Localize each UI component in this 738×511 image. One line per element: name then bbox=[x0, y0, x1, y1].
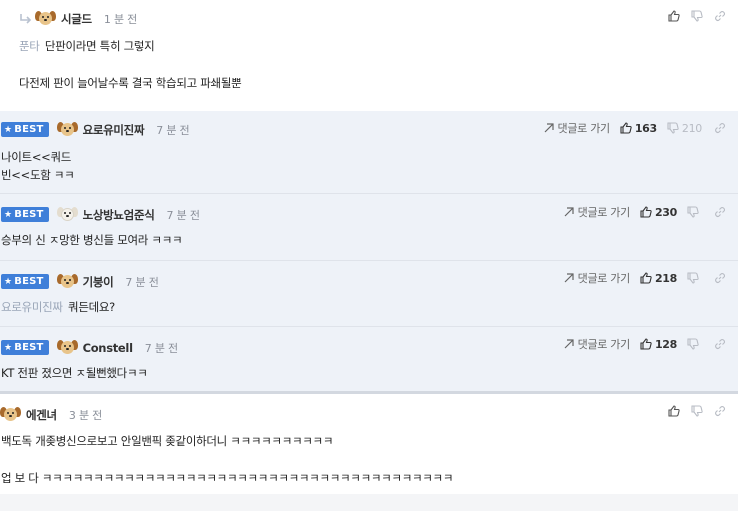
comment-author[interactable]: 에겐녀 bbox=[26, 407, 57, 423]
best-badge: ★ BEST bbox=[1, 207, 49, 222]
thumbs-down-icon[interactable] bbox=[691, 405, 703, 417]
comment-author[interactable]: 노상방뇨엄준식 bbox=[83, 207, 155, 223]
reply-arrow-icon bbox=[20, 13, 32, 24]
go-to-comment-link[interactable]: 댓글로 가기 bbox=[564, 270, 630, 286]
comment-author[interactable]: 기붕이 bbox=[83, 274, 114, 290]
best-comment-item: ★ BEST Constell 7 분 전 댓글로 가기 128 KT 전판 졌으… bbox=[0, 327, 738, 391]
best-badge: ★ BEST bbox=[1, 340, 49, 355]
avatar[interactable] bbox=[35, 9, 56, 28]
link-icon[interactable] bbox=[714, 10, 726, 22]
send-arrow-icon bbox=[564, 207, 574, 217]
thumbs-up-icon[interactable] bbox=[668, 10, 680, 22]
send-arrow-icon bbox=[544, 123, 554, 133]
best-comment-item: ★ BEST 기붕이 7 분 전 댓글로 가기 218 요로유미진짜 쿼든데요? bbox=[0, 261, 738, 326]
thumbs-up-icon bbox=[640, 272, 652, 284]
best-badge: ★ BEST bbox=[1, 274, 49, 289]
downvote-button[interactable] bbox=[687, 272, 702, 284]
comment-time: 7 분 전 bbox=[166, 208, 200, 222]
mention-link[interactable]: 푼타 bbox=[19, 39, 40, 53]
thumbs-up-icon[interactable] bbox=[668, 405, 680, 417]
thumbs-up-icon bbox=[640, 338, 652, 350]
star-icon: ★ bbox=[4, 209, 13, 220]
avatar[interactable] bbox=[56, 120, 78, 139]
downvote-button[interactable] bbox=[687, 206, 702, 218]
thumbs-down-icon[interactable] bbox=[691, 10, 703, 22]
upvote-button[interactable]: 230 bbox=[640, 206, 677, 219]
link-icon[interactable] bbox=[714, 122, 726, 134]
comment-body-line: 백도독 개좆병신으로보고 안일밴픽 좆같이하더니 ㅋㅋㅋㅋㅋㅋㅋㅋㅋㅋ bbox=[1, 434, 334, 448]
thumbs-down-icon bbox=[687, 206, 699, 218]
mention-link[interactable]: 요로유미진짜 bbox=[1, 300, 63, 314]
upvote-button[interactable]: 218 bbox=[640, 272, 677, 285]
downvote-count: 210 bbox=[681, 121, 702, 135]
go-to-comment-link[interactable]: 댓글로 가기 bbox=[564, 204, 630, 220]
comment-time: 7 분 전 bbox=[144, 341, 178, 355]
comment-time: 1 분 전 bbox=[103, 12, 138, 26]
go-to-comment-link[interactable]: 댓글로 가기 bbox=[564, 336, 630, 352]
link-icon[interactable] bbox=[714, 272, 726, 284]
comment-body-line: 업 보 다 ㅋㅋㅋㅋㅋㅋㅋㅋㅋㅋㅋㅋㅋㅋㅋㅋㅋㅋㅋㅋㅋㅋㅋㅋㅋㅋㅋㅋㅋㅋㅋㅋㅋㅋ… bbox=[1, 471, 454, 485]
upvote-count: 218 bbox=[654, 271, 677, 285]
comment-time: 7 분 전 bbox=[156, 123, 190, 137]
avatar[interactable] bbox=[56, 272, 78, 291]
next-comment-area bbox=[0, 494, 738, 511]
send-arrow-icon bbox=[564, 339, 574, 349]
comment-body-line: KT 전판 졌으면 ㅈ될뻔했다ㅋㅋ bbox=[1, 366, 148, 380]
comment-author[interactable]: 요로유미진짜 bbox=[83, 122, 145, 138]
upvote-button[interactable]: 128 bbox=[640, 338, 677, 351]
comment-body-line: 나이트<<쿼드 bbox=[1, 150, 72, 164]
thumbs-up-icon bbox=[620, 122, 632, 134]
comment-time: 7 분 전 bbox=[125, 275, 159, 289]
downvote-button[interactable] bbox=[687, 338, 702, 350]
avatar[interactable] bbox=[0, 405, 21, 424]
upvote-count: 163 bbox=[634, 121, 657, 135]
upvote-count: 128 bbox=[654, 337, 677, 351]
star-icon: ★ bbox=[4, 342, 13, 353]
upvote-button[interactable]: 163 bbox=[620, 122, 657, 135]
comment-body: 푼타 단판이라면 특히 그렇지 bbox=[19, 39, 155, 53]
best-comment-item: ★ BEST 노상방뇨엄준식 7 분 전 댓글로 가기 230 승부의 신 ㅈ망한… bbox=[0, 194, 738, 260]
comment-body-line: 승부의 신 ㅈ망한 병신들 모여라 ㅋㅋㅋ bbox=[1, 233, 183, 247]
comment-author[interactable]: Constell bbox=[83, 341, 133, 355]
comment-body-line: 다전제 판이 늘어날수록 결국 학습되고 파쇄될뿐 bbox=[19, 76, 242, 90]
comment-body-line: 빈<<도함 ㅋㅋ bbox=[1, 168, 75, 182]
best-comment-item: ★ BEST 요로유미진짜 7 분 전 댓글로 가기 163 210 나이트<<쿼… bbox=[0, 111, 738, 193]
comment-body: 요로유미진짜 쿼든데요? bbox=[1, 300, 115, 314]
thumbs-up-icon bbox=[640, 206, 652, 218]
go-to-comment-link[interactable]: 댓글로 가기 bbox=[544, 120, 610, 136]
star-icon: ★ bbox=[4, 276, 13, 287]
thumbs-down-icon bbox=[667, 122, 679, 134]
avatar[interactable] bbox=[56, 338, 78, 357]
upvote-count: 230 bbox=[654, 205, 677, 219]
link-icon[interactable] bbox=[714, 338, 726, 350]
comment-item: 시글드 1 분 전 푼타 단판이라면 특히 그렇지 다전제 판이 늘어날수록 결… bbox=[0, 0, 738, 98]
link-icon[interactable] bbox=[714, 405, 726, 417]
comment-time: 3 분 전 bbox=[68, 408, 103, 422]
star-icon: ★ bbox=[4, 124, 13, 135]
comment-author[interactable]: 시글드 bbox=[61, 11, 92, 27]
thumbs-down-icon bbox=[687, 338, 699, 350]
best-badge: ★ BEST bbox=[1, 122, 49, 137]
downvote-button[interactable]: 210 bbox=[667, 122, 702, 135]
link-icon[interactable] bbox=[714, 206, 726, 218]
send-arrow-icon bbox=[564, 273, 574, 283]
thumbs-down-icon bbox=[687, 272, 699, 284]
avatar[interactable] bbox=[56, 205, 78, 224]
